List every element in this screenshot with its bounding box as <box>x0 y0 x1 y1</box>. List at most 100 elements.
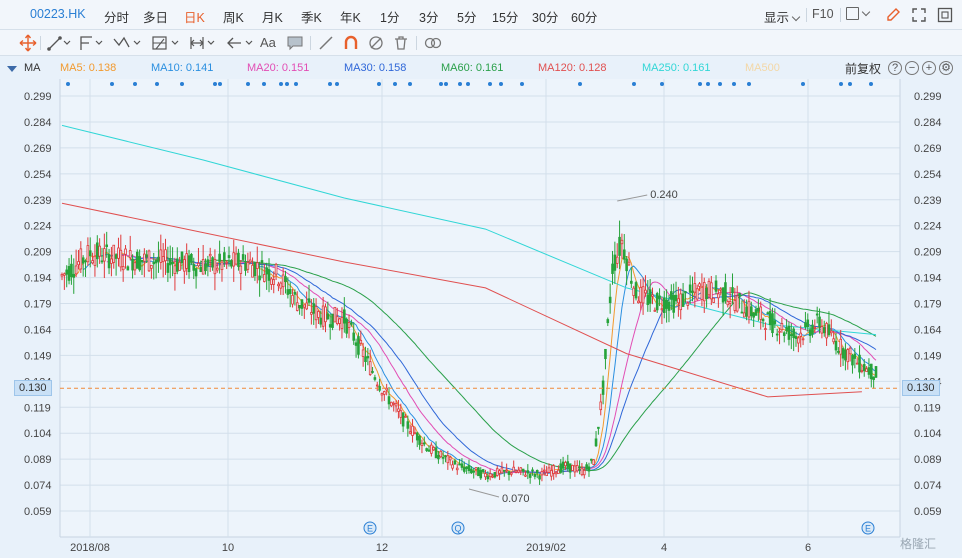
candle-body <box>444 455 447 458</box>
channel-tool-icon[interactable] <box>78 33 104 53</box>
period-tab-60min[interactable]: 60分 <box>571 7 597 26</box>
trendline-tool-icon[interactable] <box>46 33 72 53</box>
candle-body <box>359 339 363 344</box>
line-draw-icon[interactable] <box>316 33 336 53</box>
watermark-logo: 格隆汇 <box>900 537 937 551</box>
period-tab-3min[interactable]: 3分 <box>419 7 438 26</box>
period-tab-monthly[interactable]: 月K <box>262 7 283 26</box>
zoom-in-icon[interactable]: + <box>922 61 936 75</box>
candle-body <box>578 466 581 469</box>
y-tick-label: 0.269 <box>914 143 942 155</box>
period-tab-1min[interactable]: 1分 <box>380 7 399 26</box>
help-icon[interactable]: ? <box>888 61 902 75</box>
settings-icon[interactable]: ⚙ <box>939 61 953 75</box>
pencil-icon[interactable] <box>884 6 902 24</box>
candle-body <box>258 275 261 281</box>
candle-body <box>782 332 786 336</box>
candle-body <box>846 349 850 363</box>
period-tab-15min[interactable]: 15分 <box>492 7 518 26</box>
period-tab-5min[interactable]: 5分 <box>457 7 476 26</box>
y-tick-label: 0.254 <box>914 169 942 181</box>
y-tick-label: 0.089 <box>24 454 52 466</box>
candle-body <box>865 368 868 373</box>
text-tool-button[interactable]: Aa <box>260 35 276 55</box>
candle-body <box>321 305 325 327</box>
candle-body <box>714 280 718 292</box>
candle-body <box>766 312 770 315</box>
candle-body <box>822 327 826 334</box>
y-tick-label: 0.104 <box>914 428 942 440</box>
event-dot <box>328 82 332 86</box>
candle-body <box>702 282 706 302</box>
expand-icon[interactable] <box>910 6 928 24</box>
collapse-arrow-icon[interactable] <box>7 66 17 72</box>
period-tab-quarterly[interactable]: 季K <box>301 7 322 26</box>
event-marker-letter: E <box>865 524 871 534</box>
f10-button[interactable]: F10 <box>812 7 834 21</box>
candle-body <box>394 403 398 407</box>
candle-body <box>434 447 438 459</box>
arrow-tool-icon[interactable] <box>225 33 255 53</box>
candle-body <box>858 354 861 373</box>
period-tab-multiday[interactable]: 多日 <box>143 7 168 26</box>
candle-body <box>622 249 626 260</box>
magnet-icon[interactable] <box>341 33 361 53</box>
candle-body <box>418 435 421 445</box>
candle-body <box>279 282 283 289</box>
candle-body <box>735 295 739 312</box>
candle-body <box>364 356 367 363</box>
event-dot <box>458 82 462 86</box>
event-dot <box>520 82 524 86</box>
candle-body <box>201 259 205 275</box>
comment-tool-icon[interactable] <box>285 33 305 53</box>
display-menu[interactable]: 显示 <box>764 7 801 26</box>
layout-menu[interactable] <box>846 6 871 21</box>
candle-body <box>759 306 763 320</box>
candle-body <box>368 361 372 375</box>
link-rings-icon[interactable] <box>422 33 444 53</box>
candle-body <box>571 465 574 471</box>
y-tick-label: 0.149 <box>914 350 942 362</box>
candle-body <box>851 355 854 366</box>
price-adjust-menu[interactable]: 前复权 <box>845 60 881 77</box>
wave-tool-icon[interactable] <box>112 33 142 53</box>
ticker-code[interactable]: 00223.HK <box>30 7 86 21</box>
candle-body <box>432 447 436 451</box>
event-dot <box>155 82 159 86</box>
candle-body <box>150 265 153 269</box>
candle-body <box>305 302 308 310</box>
event-dot <box>439 82 443 86</box>
period-tab-weekly[interactable]: 周K <box>223 7 244 26</box>
hide-drawings-icon[interactable] <box>366 33 386 53</box>
max-price-label: 0.240 <box>650 189 678 201</box>
zoom-out-icon[interactable]: − <box>905 61 919 75</box>
indicator-name[interactable]: MA <box>24 62 41 74</box>
window-layout-icon <box>846 7 859 21</box>
period-tab-yearly[interactable]: 年K <box>340 7 361 26</box>
candle-body <box>557 469 560 474</box>
y-axis-left: 0.299 0.284 0.269 0.254 0.239 0.224 0.209 0.194… <box>24 91 52 518</box>
candle-body <box>274 263 278 275</box>
candle-body <box>698 283 701 287</box>
candle-body <box>752 312 755 318</box>
candle-body <box>535 470 539 474</box>
candle-body <box>764 328 767 330</box>
range-tool-icon[interactable] <box>188 33 218 53</box>
candle-body <box>253 262 257 277</box>
period-tab-intraday[interactable]: 分时 <box>104 7 129 26</box>
period-tab-daily[interactable]: 日K <box>184 7 205 26</box>
candle-body <box>455 467 459 471</box>
trash-icon[interactable] <box>391 33 411 53</box>
candle-body <box>415 432 419 441</box>
candle-body <box>451 464 454 469</box>
kline-chart[interactable]: 0.299 0.284 0.269 0.254 0.239 0.224 0.209 0.194… <box>0 79 962 558</box>
period-tab-30min[interactable]: 30分 <box>532 7 558 26</box>
candle-body <box>625 258 628 272</box>
candle-body <box>208 253 212 257</box>
toolbar-divider <box>416 36 417 50</box>
crosshair-move-icon[interactable] <box>18 33 38 53</box>
fibonacci-tool-icon[interactable] <box>150 33 182 53</box>
settings-square-icon[interactable] <box>936 6 954 24</box>
y-tick-label: 0.269 <box>24 143 52 155</box>
candle-body <box>112 244 116 263</box>
